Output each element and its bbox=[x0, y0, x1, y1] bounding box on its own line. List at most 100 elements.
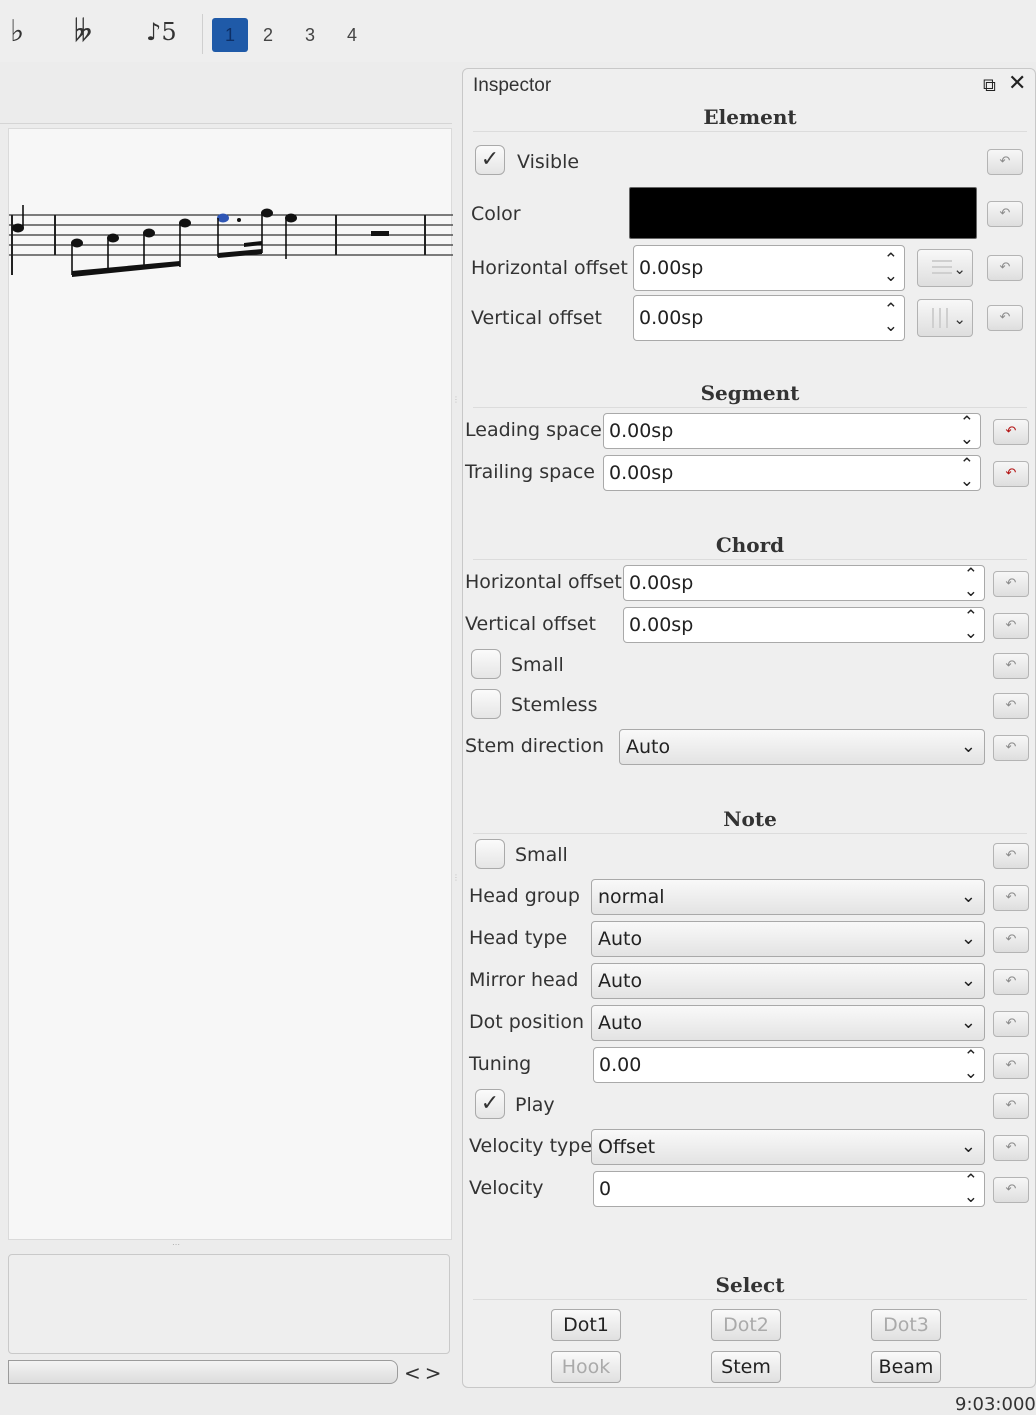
close-icon[interactable]: ✕ bbox=[1008, 71, 1026, 96]
voice-3-button[interactable]: 3 bbox=[292, 18, 328, 52]
splitter-handle[interactable]: ⋯ bbox=[168, 1241, 184, 1249]
reset-chord-h-offset-button[interactable]: ↶ bbox=[993, 571, 1029, 597]
section-note-title: Note bbox=[723, 807, 777, 831]
reset-stemless-button[interactable]: ↶ bbox=[993, 693, 1029, 719]
chord-h-offset-value: 0.00sp bbox=[629, 572, 694, 594]
staff-excerpt[interactable] bbox=[9, 199, 453, 379]
section-chord-title: Chord bbox=[715, 533, 785, 557]
reset-head-group-button[interactable]: ↶ bbox=[993, 885, 1029, 911]
reset-trailing-space-button[interactable]: ↶ bbox=[993, 461, 1029, 487]
spin-arrows-icon[interactable]: ⌃ ⌄ bbox=[884, 252, 898, 285]
mirror-head-label: Mirror head bbox=[469, 969, 579, 991]
velocity-spinbox[interactable]: 0 ⌃ ⌄ bbox=[593, 1171, 985, 1207]
spin-arrows-icon[interactable]: ⌃ ⌄ bbox=[960, 415, 974, 448]
spin-arrows-icon[interactable]: ⌃ ⌄ bbox=[960, 457, 974, 490]
scroll-arrows[interactable]: <> bbox=[404, 1360, 448, 1386]
select-dot1-button[interactable]: Dot1 bbox=[551, 1309, 621, 1341]
divider bbox=[473, 559, 1027, 560]
reset-velocity-type-button[interactable]: ↶ bbox=[993, 1135, 1029, 1161]
select-hook-button[interactable]: Hook bbox=[551, 1351, 621, 1383]
voice-4-button[interactable]: 4 bbox=[334, 18, 370, 52]
voice-1-button[interactable]: 1 bbox=[212, 18, 248, 52]
reset-head-type-button[interactable]: ↶ bbox=[993, 927, 1029, 953]
float-icon[interactable]: ⧉ bbox=[983, 75, 996, 96]
dock-splitter-grip[interactable]: ⋮ bbox=[452, 874, 460, 882]
scroll-left-icon[interactable]: < bbox=[404, 1361, 425, 1385]
note-small-checkbox[interactable] bbox=[475, 839, 505, 869]
stemless-checkbox[interactable] bbox=[471, 689, 501, 719]
velocity-type-select[interactable]: Offset ⌄ bbox=[591, 1129, 985, 1165]
reset-tuning-button[interactable]: ↶ bbox=[993, 1053, 1029, 1079]
double-flat-button[interactable]: 𝄫 bbox=[74, 14, 92, 50]
stem-direction-select[interactable]: Auto ⌄ bbox=[619, 729, 985, 765]
trailing-space-spinbox[interactable]: 0.00sp ⌃ ⌄ bbox=[603, 455, 981, 491]
chord-small-label: Small bbox=[511, 654, 564, 676]
velocity-type-label: Velocity type bbox=[469, 1135, 593, 1157]
reset-stem-direction-button[interactable]: ↶ bbox=[993, 735, 1029, 761]
select-dot2-button[interactable]: Dot2 bbox=[711, 1309, 781, 1341]
reset-note-small-button[interactable]: ↶ bbox=[993, 843, 1029, 869]
tuplet-button[interactable]: ♪5 bbox=[146, 14, 177, 50]
head-group-label: Head group bbox=[469, 885, 580, 907]
v-align-button[interactable]: ⌄ bbox=[917, 299, 973, 337]
mirror-head-value: Auto bbox=[598, 970, 643, 992]
element-h-offset-label: Horizontal offset bbox=[471, 257, 628, 279]
head-group-select[interactable]: normal ⌄ bbox=[591, 879, 985, 915]
chevron-down-icon: ⌄ bbox=[960, 928, 976, 949]
head-type-value: Auto bbox=[598, 928, 643, 950]
chevron-down-icon: ⌄ bbox=[953, 260, 966, 278]
chevron-down-icon: ⌄ bbox=[960, 1136, 976, 1157]
dot-position-select[interactable]: Auto ⌄ bbox=[591, 1005, 985, 1041]
score-canvas[interactable] bbox=[8, 128, 453, 1240]
dock-splitter-grip[interactable]: ⋮ bbox=[452, 396, 460, 404]
reset-element-v-offset-button[interactable]: ↶ bbox=[987, 305, 1023, 331]
mirror-head-select[interactable]: Auto ⌄ bbox=[591, 963, 985, 999]
element-h-offset-spinbox[interactable]: 0.00sp ⌃ ⌄ bbox=[633, 245, 905, 291]
note-input-toolbar: ♭ 𝄫 ♪5 1 2 3 4 bbox=[0, 0, 1036, 62]
reset-visible-button[interactable]: ↶ bbox=[987, 149, 1023, 175]
spin-arrows-icon[interactable]: ⌃ ⌄ bbox=[964, 567, 978, 600]
tuning-spinbox[interactable]: 0.00 ⌃ ⌄ bbox=[593, 1047, 985, 1083]
divider bbox=[473, 1299, 1027, 1300]
reset-chord-v-offset-button[interactable]: ↶ bbox=[993, 613, 1029, 639]
reset-play-button[interactable]: ↶ bbox=[993, 1093, 1029, 1119]
lower-panel bbox=[8, 1254, 450, 1354]
stem-direction-value: Auto bbox=[626, 736, 671, 758]
chord-small-checkbox[interactable] bbox=[471, 649, 501, 679]
select-dot3-button[interactable]: Dot3 bbox=[871, 1309, 941, 1341]
inspector-panel: Inspector ⧉ ✕ Element ✓ Visible ↶ Color … bbox=[462, 68, 1036, 1388]
reset-chord-small-button[interactable]: ↶ bbox=[993, 653, 1029, 679]
trailing-space-label: Trailing space bbox=[465, 461, 595, 483]
color-label: Color bbox=[471, 203, 521, 225]
select-beam-button[interactable]: Beam bbox=[871, 1351, 941, 1383]
scroll-right-icon[interactable]: > bbox=[425, 1361, 446, 1385]
chord-h-offset-spinbox[interactable]: 0.00sp ⌃ ⌄ bbox=[623, 565, 985, 601]
reset-mirror-head-button[interactable]: ↶ bbox=[993, 969, 1029, 995]
head-type-select[interactable]: Auto ⌄ bbox=[591, 921, 985, 957]
voice-2-button[interactable]: 2 bbox=[250, 18, 286, 52]
reset-color-button[interactable]: ↶ bbox=[987, 201, 1023, 227]
color-picker-button[interactable] bbox=[629, 187, 977, 239]
reset-element-h-offset-button[interactable]: ↶ bbox=[987, 255, 1023, 281]
spin-arrows-icon[interactable]: ⌃ ⌄ bbox=[884, 302, 898, 335]
horizontal-scrollbar[interactable] bbox=[8, 1360, 398, 1384]
reset-dot-position-button[interactable]: ↶ bbox=[993, 1011, 1029, 1037]
chord-v-offset-spinbox[interactable]: 0.00sp ⌃ ⌄ bbox=[623, 607, 985, 643]
divider bbox=[473, 131, 1027, 132]
play-label: Play bbox=[515, 1094, 555, 1116]
spin-arrows-icon[interactable]: ⌃ ⌄ bbox=[964, 1173, 978, 1206]
spin-arrows-icon[interactable]: ⌃ ⌄ bbox=[964, 609, 978, 642]
leading-space-spinbox[interactable]: 0.00sp ⌃ ⌄ bbox=[603, 413, 981, 449]
visible-checkbox[interactable]: ✓ bbox=[475, 145, 505, 175]
spin-arrows-icon[interactable]: ⌃ ⌄ bbox=[964, 1049, 978, 1082]
flat-button[interactable]: ♭ bbox=[10, 14, 24, 50]
section-select-title: Select bbox=[715, 1273, 785, 1297]
h-align-button[interactable]: ⌄ bbox=[917, 249, 973, 287]
select-stem-button[interactable]: Stem bbox=[711, 1351, 781, 1383]
chord-v-offset-label: Vertical offset bbox=[465, 613, 596, 635]
play-checkbox[interactable]: ✓ bbox=[475, 1089, 505, 1119]
align-icon bbox=[932, 260, 952, 274]
element-v-offset-spinbox[interactable]: 0.00sp ⌃ ⌄ bbox=[633, 295, 905, 341]
reset-velocity-button[interactable]: ↶ bbox=[993, 1177, 1029, 1203]
reset-leading-space-button[interactable]: ↶ bbox=[993, 419, 1029, 445]
